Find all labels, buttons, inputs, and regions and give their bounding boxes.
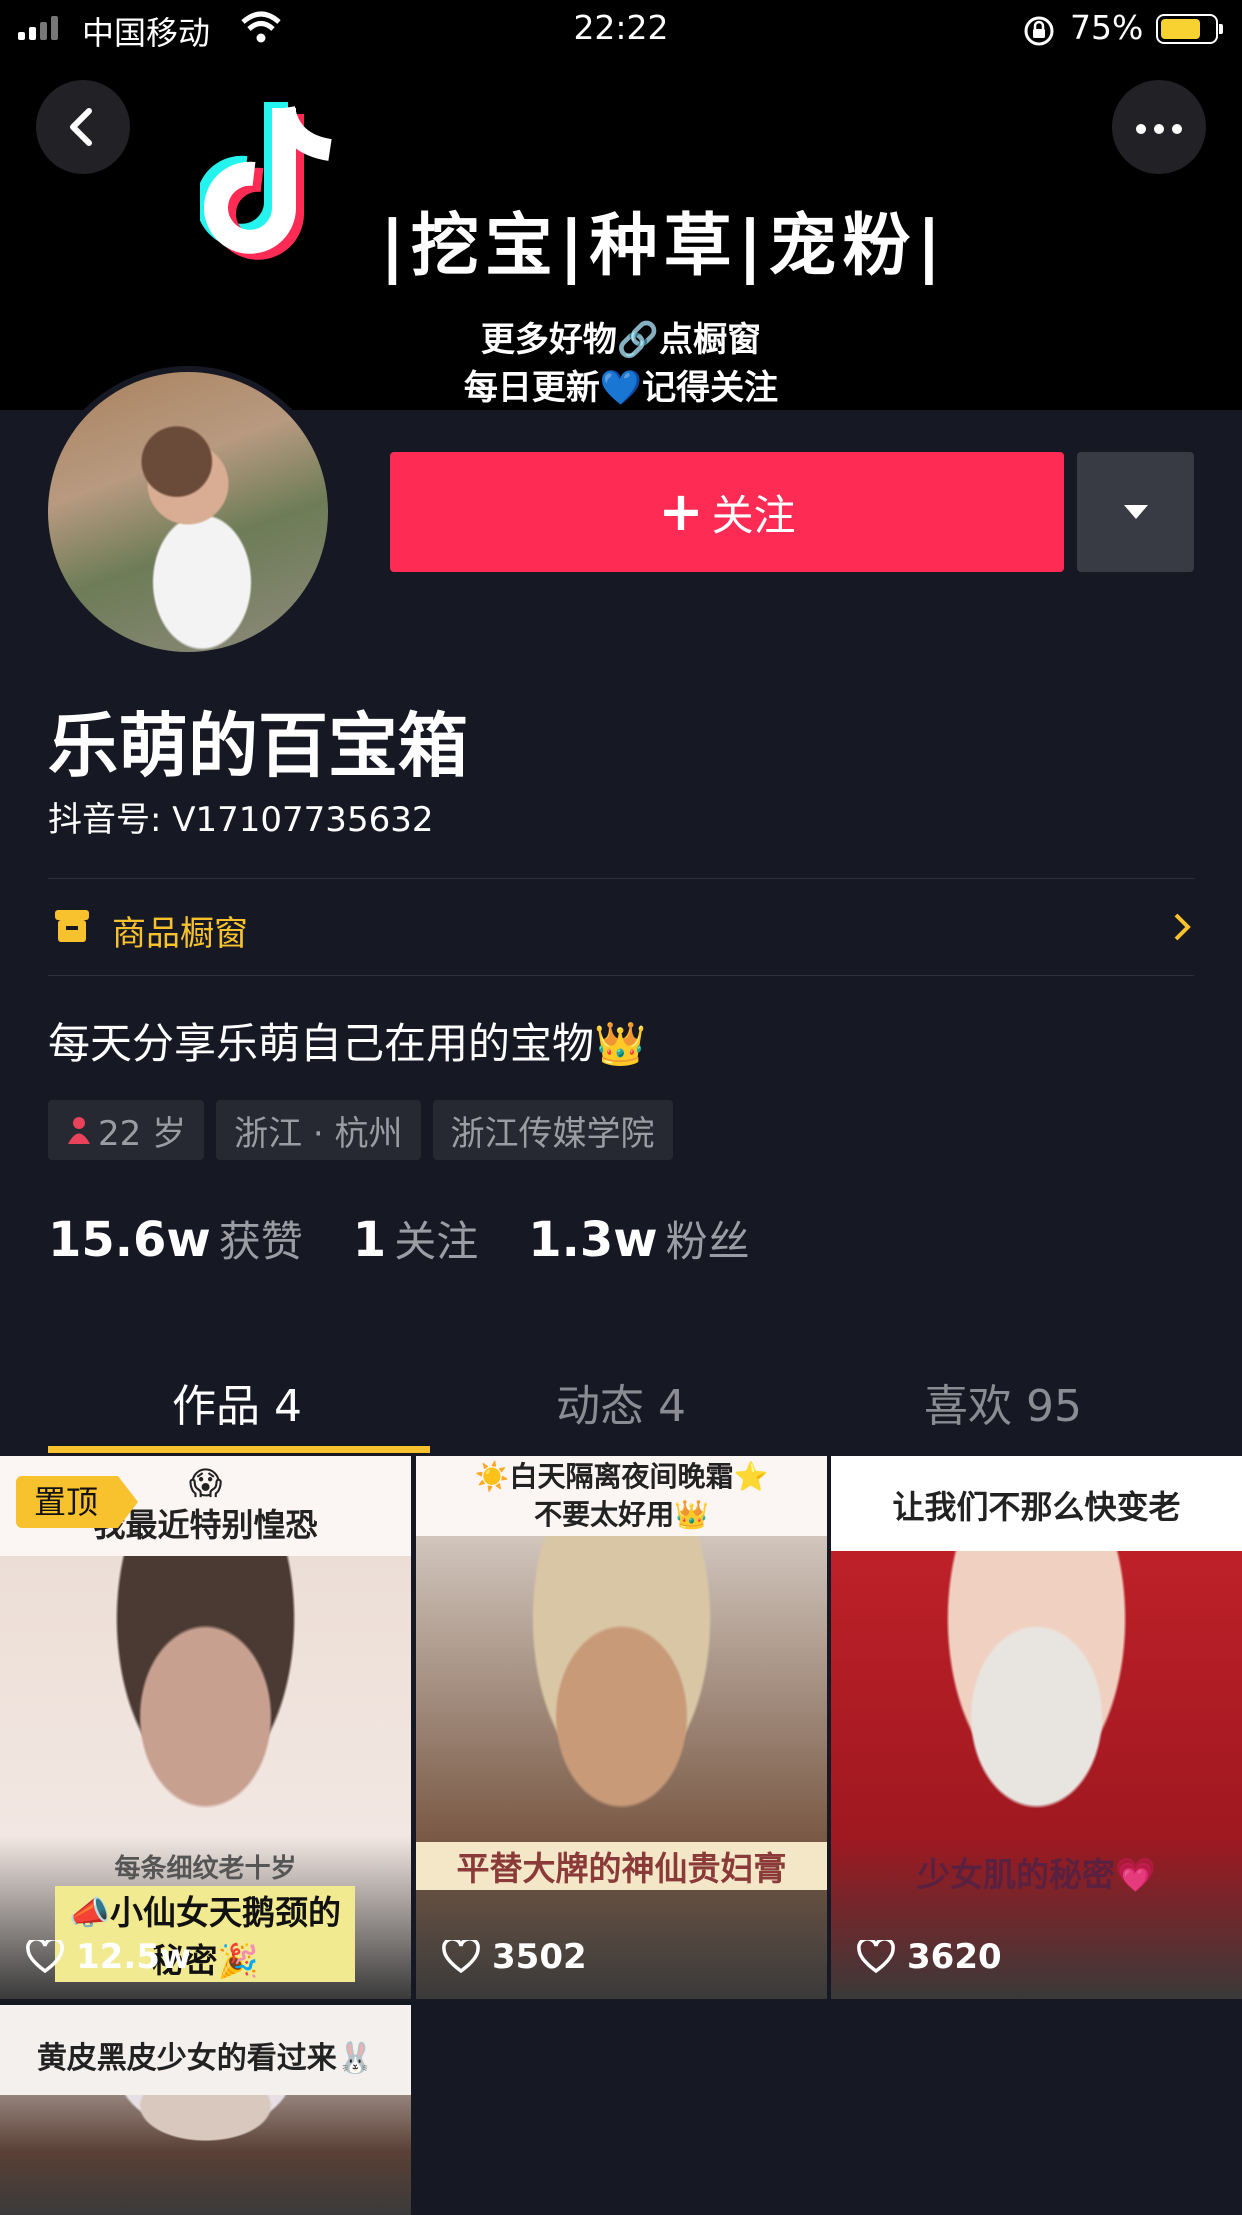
video-caption: 让我们不那么快变老: [831, 1456, 1242, 1551]
battery-percent: 75%: [1070, 8, 1144, 47]
plus-icon: +: [658, 480, 704, 543]
video-likes: 12.5w: [26, 1937, 191, 1977]
heart-icon: [857, 1940, 895, 1974]
female-icon: [68, 1117, 90, 1144]
video-thumbnail[interactable]: 让我们不那么快变老 少女肌的秘密💗 3620: [831, 1456, 1242, 1999]
profile-bio: 每天分享乐萌自己在用的宝物👑: [48, 1019, 647, 1068]
more-dots-icon: [1136, 124, 1146, 134]
profile-tags: 22 岁 浙江 · 杭州 浙江传媒学院: [48, 1100, 673, 1160]
tab-likes[interactable]: 喜欢 95: [796, 1370, 1210, 1434]
location-tag: 浙江 · 杭州: [216, 1100, 421, 1160]
heart-icon: [442, 1940, 480, 1974]
more-button[interactable]: [1112, 80, 1206, 174]
video-likes: 3502: [442, 1937, 587, 1977]
shop-window-entry[interactable]: 商品橱窗: [48, 880, 1194, 976]
tab-works[interactable]: 作品 4: [30, 1370, 444, 1434]
following-stat[interactable]: 1 关注: [353, 1208, 478, 1269]
recommend-dropdown-button[interactable]: [1077, 452, 1194, 572]
profile-stats: 15.6w 获赞 1 关注 1.3w 粉丝: [48, 1208, 800, 1269]
status-bar: 中国移动 22:22 75%: [0, 0, 1242, 60]
rotation-lock-icon: [1022, 14, 1056, 52]
video-thumbnail[interactable]: ☀️白天隔离夜间晚霜⭐ 不要太好用👑 平替大牌的神仙贵妇膏 3502: [416, 1456, 827, 1999]
likes-stat: 15.6w 获赞: [48, 1212, 303, 1268]
divider: [48, 975, 1194, 976]
video-thumbnail[interactable]: 黄皮黑皮少女的看过来🐰: [0, 2005, 411, 2215]
content-tabs: 作品 4 动态 4 喜欢 95: [0, 1350, 1242, 1454]
video-subcaption: 少女肌的秘密💗: [916, 1855, 1157, 1894]
avatar-photo: [48, 372, 328, 652]
shop-window-label: 商品橱窗: [112, 914, 248, 954]
banner-line-1: 更多好物🔗点橱窗: [480, 320, 762, 360]
age-tag: 22 岁: [48, 1100, 205, 1160]
caret-down-icon: [1124, 505, 1148, 519]
pinned-badge: 置顶: [16, 1476, 139, 1528]
video-thumbnail[interactable]: 😱 我最近特别惶恐 置顶 每条细纹老十岁 📣小仙女天鹅颈的秘密🎉 12.5w: [0, 1456, 411, 1999]
tab-indicator: [48, 1446, 430, 1453]
tiktok-logo-icon: [196, 98, 370, 292]
chevron-right-icon: [1174, 913, 1191, 941]
video-subcaption: 平替大牌的神仙贵妇膏: [416, 1842, 827, 1890]
video-caption: 黄皮黑皮少女的看过来🐰: [0, 2005, 411, 2095]
tab-moments[interactable]: 动态 4: [414, 1370, 828, 1434]
video-subcaption: 每条细纹老十岁: [114, 1854, 297, 1884]
profile-banner: |挖宝|种草|宠粉| 更多好物🔗点橱窗 每日更新💙记得关注: [0, 60, 1242, 410]
battery-icon: [1156, 14, 1223, 44]
heart-icon: [26, 1940, 64, 1974]
follow-button[interactable]: + 关注: [390, 452, 1064, 572]
shop-icon: [55, 910, 89, 942]
douyin-id: 抖音号: V17107735632: [48, 800, 434, 840]
divider: [48, 878, 1194, 879]
battery-fill: [1161, 19, 1200, 39]
banner-slogan: |挖宝|种草|宠粉|: [380, 207, 948, 286]
follow-label: 关注: [711, 490, 796, 540]
school-tag: 浙江传媒学院: [432, 1100, 673, 1160]
avatar[interactable]: [42, 366, 334, 658]
video-likes: 3620: [857, 1937, 1002, 1977]
chevron-left-icon: [70, 108, 92, 146]
video-caption: ☀️白天隔离夜间晚霜⭐ 不要太好用👑: [416, 1456, 827, 1536]
followers-stat[interactable]: 1.3w 粉丝: [528, 1208, 749, 1269]
profile-name: 乐萌的百宝箱: [48, 705, 468, 787]
back-button[interactable]: [36, 80, 130, 174]
